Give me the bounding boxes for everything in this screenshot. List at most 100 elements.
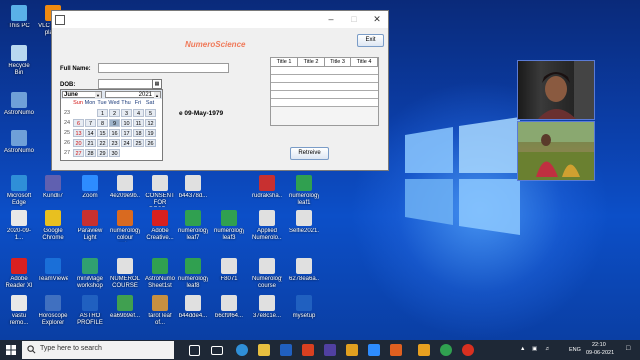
table-row[interactable] [271,67,378,75]
desktop-icon[interactable]: Adobe Creative... [145,210,175,242]
java-icon[interactable] [418,344,430,356]
desktop-icon[interactable]: Paraview Light [75,210,105,242]
calendar-day[interactable]: 14 [85,129,96,137]
exit-button[interactable]: Exit [357,34,384,47]
full-name-field[interactable] [98,63,229,73]
dob-field[interactable] [98,79,153,89]
calendar-day[interactable]: 3 [121,109,132,117]
tray-chevron-icon[interactable]: ▲ [520,346,525,352]
desktop-icon[interactable]: Horoscope Explorer [38,295,68,327]
calendar-day[interactable]: 19 [145,129,156,137]
desktop-icon[interactable]: 2020-09-1... [4,210,34,242]
calendar-day[interactable]: 1 [97,109,108,117]
desktop-icon[interactable]: b44dde4... [178,295,208,327]
desktop-icon[interactable]: CONSENT FOR RECR... [145,175,175,207]
title-bar[interactable]: – □ ✕ [52,11,388,28]
calendar-day[interactable]: 4 [133,109,144,117]
desktop-icon[interactable]: TeamViewer [38,258,68,290]
calendar-day[interactable]: 12 [145,119,156,127]
desktop-icon[interactable]: ea69b9ef... [110,295,140,327]
desktop-icon[interactable]: b6cf9f64... [214,295,244,327]
zoom-icon[interactable] [368,344,380,356]
volume-icon[interactable]: ♬ [545,346,551,352]
calendar-day[interactable]: 18 [133,129,144,137]
calendar-day[interactable]: 26 [145,139,156,147]
calendar-day[interactable]: 27 [73,149,84,157]
cortana-icon[interactable] [189,345,200,356]
notifications-icon[interactable]: □ [626,345,630,352]
app-icon-purple[interactable] [324,344,336,356]
desktop-icon[interactable]: miniMage workshop [75,258,105,290]
desktop-icon[interactable]: tarot leaf of... [145,295,175,327]
desktop-icon[interactable]: numerology leaf7 [178,210,208,242]
desktop-icon[interactable]: numerology colour ppt... [110,210,140,242]
video-tile-speaker[interactable] [517,60,595,120]
desktop-icon[interactable]: 4e209e9b... [110,175,140,207]
taskbar-search-box[interactable]: Type here to search [22,341,174,359]
desktop-icon[interactable]: Google Chrome [38,210,68,242]
app-icon-orange[interactable] [390,344,402,356]
retreive-button[interactable]: Retreive [290,147,329,160]
desktop-icon[interactable]: numerology leaf8 [178,258,208,290]
calendar-day[interactable]: 20 [73,139,84,147]
desktop-icon[interactable]: NUMEROL... COURSE ... [110,258,140,290]
desktop-icon[interactable]: 6278ea6a... [289,258,319,290]
close-button[interactable]: ✕ [366,11,388,28]
app-icon-yellow[interactable] [346,344,358,356]
table-header[interactable]: Title 1 [271,58,298,67]
app-icon-red[interactable] [462,344,474,356]
spinner-arrows-icon[interactable]: ▲ [154,92,160,98]
desktop-icon[interactable]: Numerology course [252,258,282,290]
desktop-icon[interactable]: vastu remo... [4,295,34,327]
calendar-day[interactable]: 23 [109,139,120,147]
desktop-icon[interactable]: Recycle Bin [4,45,34,77]
calendar-day[interactable]: 30 [109,149,120,157]
desktop-icon[interactable]: ASTRO PROFILE [75,295,105,327]
calendar-day[interactable]: 24 [121,139,132,147]
table-row[interactable] [271,75,378,83]
table-header[interactable]: Title 3 [325,58,351,67]
calendar-day[interactable]: 13 [73,129,84,137]
calendar-day[interactable]: 2 [109,109,120,117]
calendar-day[interactable]: 21 [85,139,96,147]
calendar-day[interactable]: 10 [121,119,132,127]
network-icon[interactable]: ▣ [532,346,537,352]
calendar-day[interactable]: 8 [97,119,108,127]
store-icon[interactable] [280,344,292,356]
minimize-button[interactable]: – [320,11,342,28]
table-row[interactable] [271,83,378,91]
calendar-day[interactable]: 7 [85,119,96,127]
month-select[interactable]: June ▼ [62,91,102,98]
calendar-day[interactable]: 17 [121,129,132,137]
maximize-button[interactable]: □ [343,11,365,28]
desktop-icon[interactable]: mysetup [289,295,319,327]
video-tile-participant[interactable] [517,121,595,181]
desktop-icon[interactable]: AstroNumo... [4,130,34,162]
desktop-icon[interactable]: numerology leaf1 [289,175,319,207]
edge-icon[interactable] [236,344,248,356]
clock-date[interactable]: 09-06-2021 [586,350,614,356]
desktop-icon[interactable]: This PC [4,5,34,37]
table-header[interactable]: Title 2 [298,58,325,67]
calendar-day[interactable]: 16 [109,129,120,137]
calendar-day[interactable]: 15 [97,129,108,137]
table-header[interactable]: Title 4 [351,58,378,67]
file-explorer-icon[interactable] [258,344,270,356]
clock-time[interactable]: 22:10 [592,342,606,348]
windows-start-icon[interactable] [6,345,16,355]
desktop-icon[interactable]: Microsoft Edge [4,175,34,207]
calendar-icon[interactable]: ▦ [152,79,162,89]
desktop-icon[interactable]: Applied Numerolo... [252,210,282,242]
desktop-icon[interactable]: rudraksha... [252,175,282,207]
desktop-icon[interactable]: Kundli7 [38,175,68,207]
desktop-icon[interactable]: Selfie2021... [289,210,319,242]
powerpoint-icon[interactable] [302,344,314,356]
task-view-icon[interactable] [211,346,223,355]
calendar-day[interactable]: 9 [109,119,120,127]
desktop-icon[interactable]: Zoom [75,175,105,207]
calendar-day[interactable]: 11 [133,119,144,127]
calendar-day[interactable]: 25 [133,139,144,147]
year-spinner[interactable]: 2021 ▲ [105,91,161,98]
table-row[interactable] [271,99,378,107]
language-indicator[interactable]: ENG [569,347,581,353]
